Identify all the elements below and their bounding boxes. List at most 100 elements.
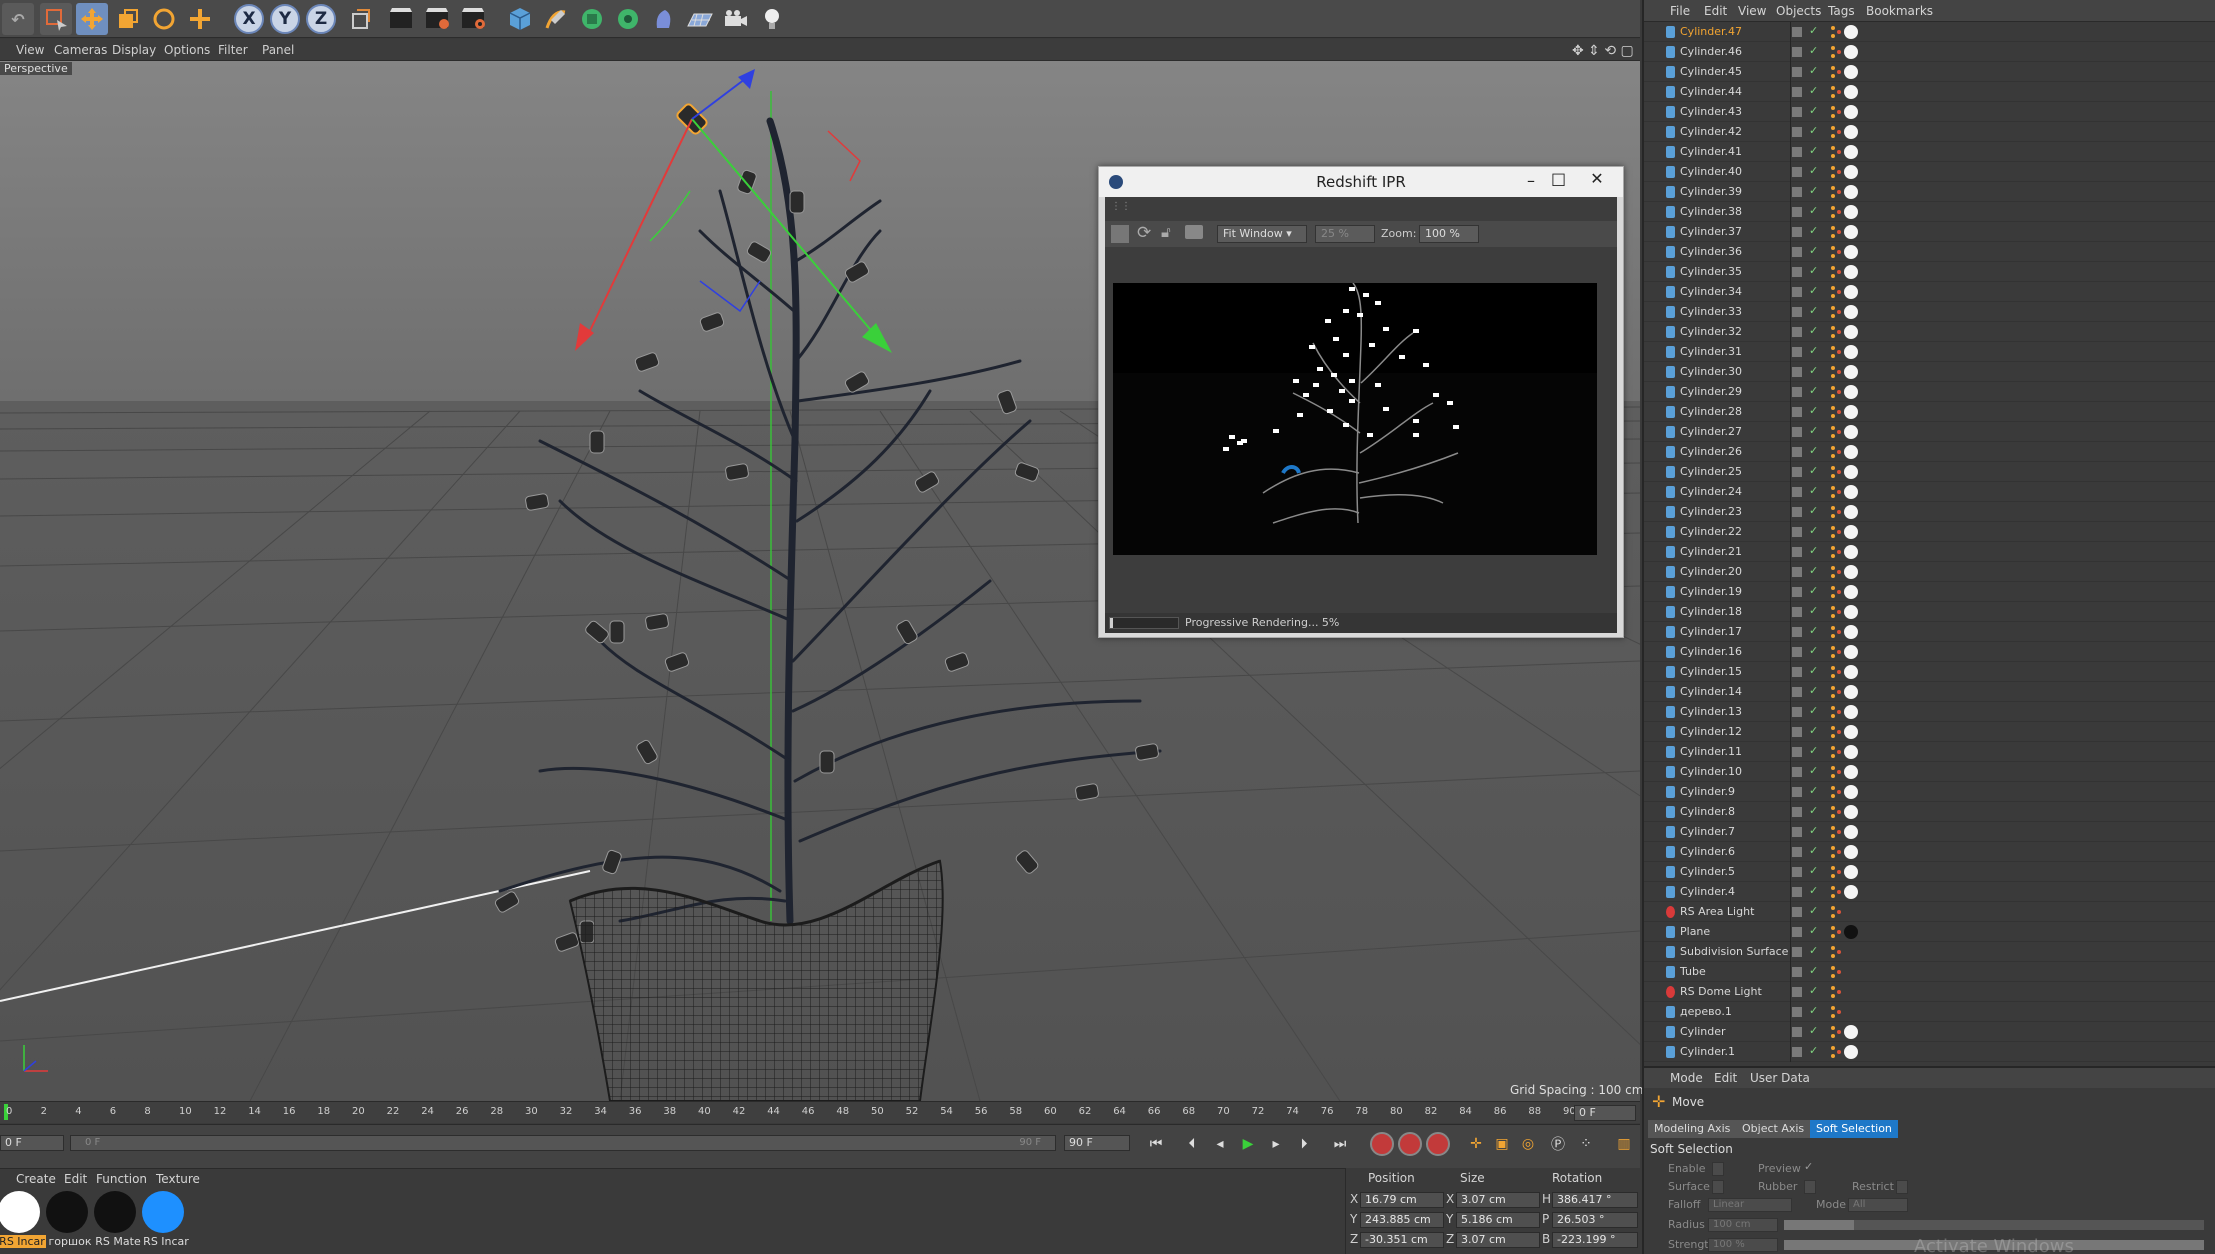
deformer-icon[interactable] [648, 3, 680, 35]
rubber-checkbox[interactable] [1804, 1180, 1816, 1194]
object-row[interactable]: Cylinder.24 ✓ [1644, 482, 2215, 502]
enabled-check-icon[interactable]: ✓ [1809, 564, 1818, 577]
enabled-check-icon[interactable]: ✓ [1809, 904, 1818, 917]
phong-tag-icon[interactable] [1830, 225, 1842, 239]
phong-tag-icon[interactable] [1830, 245, 1842, 259]
viewport-menu-view[interactable]: View [16, 43, 44, 57]
om-menu-bookmarks[interactable]: Bookmarks [1866, 4, 1933, 18]
layer-icon[interactable] [1792, 787, 1802, 797]
enabled-check-icon[interactable]: ✓ [1809, 664, 1818, 677]
enabled-check-icon[interactable]: ✓ [1809, 684, 1818, 697]
phong-tag-icon[interactable] [1830, 485, 1842, 499]
phong-tag-icon[interactable] [1830, 1005, 1842, 1019]
om-menu-edit[interactable]: Edit [1704, 4, 1727, 18]
object-row[interactable]: Cylinder.43 ✓ [1644, 102, 2215, 122]
layer-icon[interactable] [1792, 107, 1802, 117]
phong-tag-icon[interactable] [1830, 545, 1842, 559]
layer-icon[interactable] [1792, 67, 1802, 77]
layer-icon[interactable] [1792, 167, 1802, 177]
phong-tag-icon[interactable] [1830, 305, 1842, 319]
phong-tag-icon[interactable] [1830, 845, 1842, 859]
layer-icon[interactable] [1792, 867, 1802, 877]
material-tag-icon[interactable] [1844, 765, 1858, 779]
viewport-menu-filter[interactable]: Filter [218, 43, 248, 57]
record-pla-icon[interactable]: ⁘ [1574, 1132, 1598, 1156]
phong-tag-icon[interactable] [1830, 125, 1842, 139]
material-tag-icon[interactable] [1844, 625, 1858, 639]
object-row[interactable]: Cylinder.11 ✓ [1644, 742, 2215, 762]
enabled-check-icon[interactable]: ✓ [1809, 824, 1818, 837]
phong-tag-icon[interactable] [1830, 785, 1842, 799]
frame-range-slider[interactable]: 0 F 90 F [70, 1135, 1056, 1151]
object-row[interactable]: Cylinder.31 ✓ [1644, 342, 2215, 362]
material-tag-icon[interactable] [1844, 1025, 1858, 1039]
material-tag-icon[interactable] [1844, 545, 1858, 559]
go-to-start-icon[interactable]: ⏮ [1144, 1132, 1168, 1156]
layer-icon[interactable] [1792, 547, 1802, 557]
next-frame-icon[interactable]: ▸ [1264, 1132, 1288, 1156]
layer-icon[interactable] [1792, 507, 1802, 517]
material-tag-icon[interactable] [1844, 405, 1858, 419]
layer-icon[interactable] [1792, 367, 1802, 377]
next-key-icon[interactable]: ⏵ [1292, 1132, 1316, 1156]
object-row[interactable]: Cylinder.17 ✓ [1644, 622, 2215, 642]
phong-tag-icon[interactable] [1830, 465, 1842, 479]
phong-tag-icon[interactable] [1830, 325, 1842, 339]
layer-icon[interactable] [1792, 307, 1802, 317]
enabled-check-icon[interactable]: ✓ [1809, 724, 1818, 737]
mode-select[interactable]: All [1848, 1198, 1908, 1212]
phong-tag-icon[interactable] [1830, 1045, 1842, 1059]
material-tag-icon[interactable] [1844, 185, 1858, 199]
keyframe-selection-icon[interactable] [1426, 1132, 1450, 1156]
layer-icon[interactable] [1792, 907, 1802, 917]
phong-tag-icon[interactable] [1830, 585, 1842, 599]
layer-icon[interactable] [1792, 127, 1802, 137]
object-row[interactable]: Cylinder.29 ✓ [1644, 382, 2215, 402]
layer-icon[interactable] [1792, 47, 1802, 57]
render-view-icon[interactable] [386, 3, 418, 35]
object-row[interactable]: Cylinder.1 ✓ [1644, 1042, 2215, 1062]
material-tag-icon[interactable] [1844, 165, 1858, 179]
material-tag-icon[interactable] [1844, 265, 1858, 279]
enabled-check-icon[interactable]: ✓ [1809, 44, 1818, 57]
phong-tag-icon[interactable] [1830, 65, 1842, 79]
object-row[interactable]: Cylinder.25 ✓ [1644, 462, 2215, 482]
material-tag-icon[interactable] [1844, 445, 1858, 459]
phong-tag-icon[interactable] [1830, 985, 1842, 999]
enabled-check-icon[interactable]: ✓ [1809, 504, 1818, 517]
tab-modeling-axis[interactable]: Modeling Axis [1648, 1120, 1737, 1138]
layer-icon[interactable] [1792, 627, 1802, 637]
material-tag-icon[interactable] [1844, 825, 1858, 839]
enabled-check-icon[interactable]: ✓ [1809, 224, 1818, 237]
object-row[interactable]: Cylinder.45 ✓ [1644, 62, 2215, 82]
enabled-check-icon[interactable]: ✓ [1809, 384, 1818, 397]
x-axis-lock-button[interactable]: X [234, 4, 264, 34]
viewport-menu-cameras[interactable]: Cameras [54, 43, 107, 57]
position-x-field[interactable]: 16.79 cm [1360, 1192, 1444, 1208]
enabled-check-icon[interactable]: ✓ [1809, 624, 1818, 637]
object-row[interactable]: Cylinder.44 ✓ [1644, 82, 2215, 102]
layer-icon[interactable] [1792, 467, 1802, 477]
object-row[interactable]: Cylinder ✓ [1644, 1022, 2215, 1042]
phong-tag-icon[interactable] [1830, 625, 1842, 639]
move-tool-icon[interactable] [76, 3, 108, 35]
layer-icon[interactable] [1792, 647, 1802, 657]
object-row[interactable]: Cylinder.36 ✓ [1644, 242, 2215, 262]
phong-tag-icon[interactable] [1830, 365, 1842, 379]
timeline-window-icon[interactable]: ▥ [1612, 1132, 1636, 1156]
rotate-tool-icon[interactable] [148, 3, 180, 35]
material-tag-icon[interactable] [1844, 465, 1858, 479]
record-parameter-icon[interactable]: Ⓟ [1546, 1132, 1570, 1156]
render-settings-icon[interactable] [458, 3, 490, 35]
tab-soft-selection[interactable]: Soft Selection [1810, 1120, 1898, 1138]
render-to-picture-viewer-icon[interactable] [422, 3, 454, 35]
enabled-check-icon[interactable]: ✓ [1809, 744, 1818, 757]
fit-window-select[interactable]: Fit Window ▾ [1217, 225, 1307, 243]
material-tag-icon[interactable] [1844, 125, 1858, 139]
phong-tag-icon[interactable] [1830, 265, 1842, 279]
current-frame-field[interactable]: 0 F [1574, 1105, 1636, 1121]
phong-tag-icon[interactable] [1830, 25, 1842, 39]
material-tag-icon[interactable] [1844, 925, 1858, 939]
y-axis-lock-button[interactable]: Y [270, 4, 300, 34]
rotation-h-field[interactable]: 386.417 ° [1552, 1192, 1638, 1208]
